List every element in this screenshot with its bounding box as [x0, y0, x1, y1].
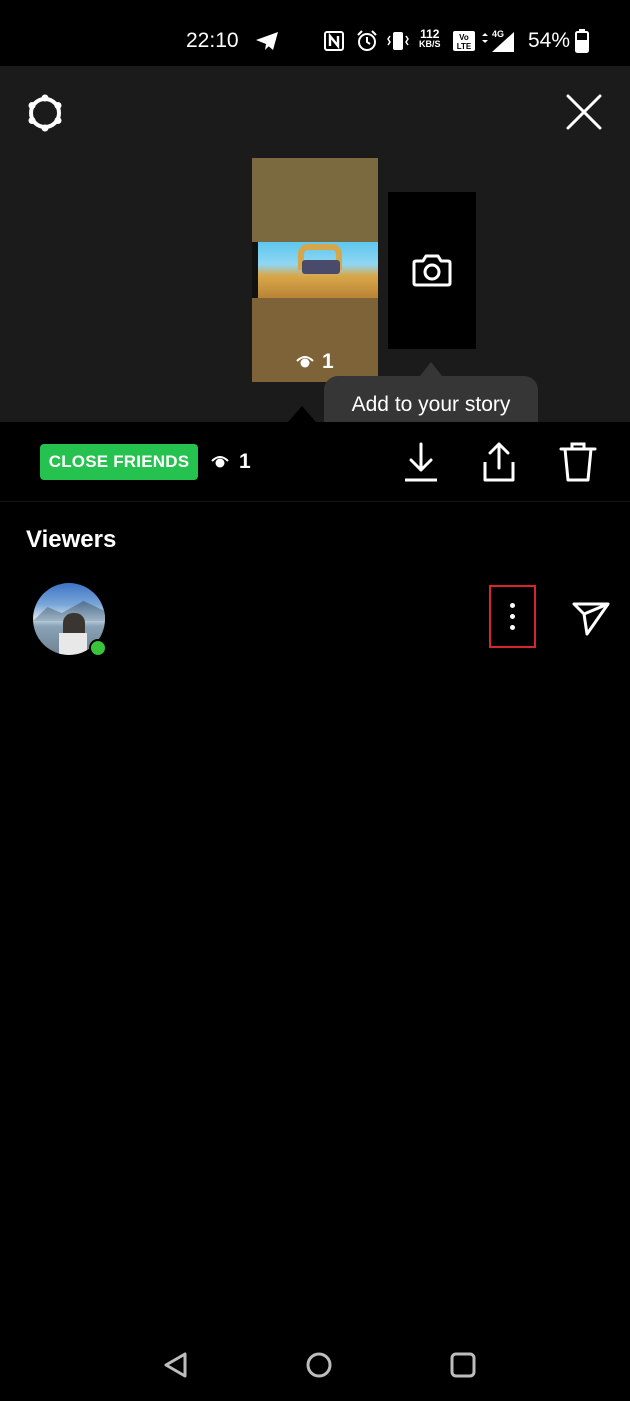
- avatar-shirt: [59, 633, 87, 655]
- story-image: [258, 242, 378, 298]
- delete-icon[interactable]: [558, 440, 598, 484]
- camera-icon: [412, 254, 452, 287]
- send-message-icon[interactable]: [571, 598, 611, 638]
- signal-icon: 4G: [482, 29, 514, 52]
- network-speed-unit: KB/S: [419, 39, 441, 49]
- selected-indicator: [288, 406, 316, 422]
- recents-icon[interactable]: [448, 1350, 478, 1380]
- add-to-story-tile[interactable]: [388, 192, 476, 349]
- telegram-icon: [256, 32, 278, 50]
- svg-text:4G: 4G: [492, 29, 504, 39]
- viewers-heading: Viewers: [26, 526, 117, 553]
- thumbnail-view-count-value: 1: [322, 350, 334, 373]
- eye-icon: [296, 356, 314, 368]
- download-icon[interactable]: [401, 440, 441, 484]
- gear-icon[interactable]: [24, 92, 66, 134]
- close-friends-badge: CLOSE FRIENDS: [40, 444, 198, 480]
- network-speed: 112 KB/S: [419, 27, 441, 49]
- volte-icon: Vo LTE: [453, 31, 475, 51]
- tooltip-arrow: [420, 362, 442, 376]
- status-time: 22:10: [186, 29, 239, 52]
- status-bar: 22:10 112 KB/S Vo LTE 4G 54%: [0, 0, 630, 66]
- nfc-icon: [324, 31, 344, 51]
- alarm-icon: [357, 30, 377, 51]
- story-thumbnail[interactable]: 1: [252, 158, 378, 382]
- network-speed-value: 112: [420, 27, 440, 41]
- eye-icon: [211, 456, 229, 468]
- battery-percent: 54%: [528, 29, 571, 52]
- tooltip-text: Add to your story: [351, 393, 511, 416]
- online-status-indicator: [89, 639, 107, 657]
- view-count[interactable]: 1: [211, 450, 251, 474]
- thumbnail-background: [252, 158, 378, 242]
- more-dot: [510, 625, 515, 630]
- svg-text:Vo: Vo: [459, 33, 469, 42]
- close-icon[interactable]: [562, 90, 606, 134]
- share-icon[interactable]: [479, 440, 519, 484]
- home-icon[interactable]: [304, 1350, 334, 1380]
- svg-text:LTE: LTE: [457, 42, 472, 51]
- close-friends-label: CLOSE FRIENDS: [48, 452, 190, 471]
- more-dot: [510, 614, 515, 619]
- thumbnail-view-count: 1: [296, 350, 334, 374]
- battery-icon: [575, 29, 589, 53]
- back-icon[interactable]: [161, 1350, 191, 1380]
- view-count-value: 1: [239, 450, 251, 473]
- story-image-cars: [302, 260, 340, 274]
- more-dot: [510, 603, 515, 608]
- viewer-more-options-button[interactable]: [489, 585, 536, 648]
- vibrate-icon: [387, 32, 409, 50]
